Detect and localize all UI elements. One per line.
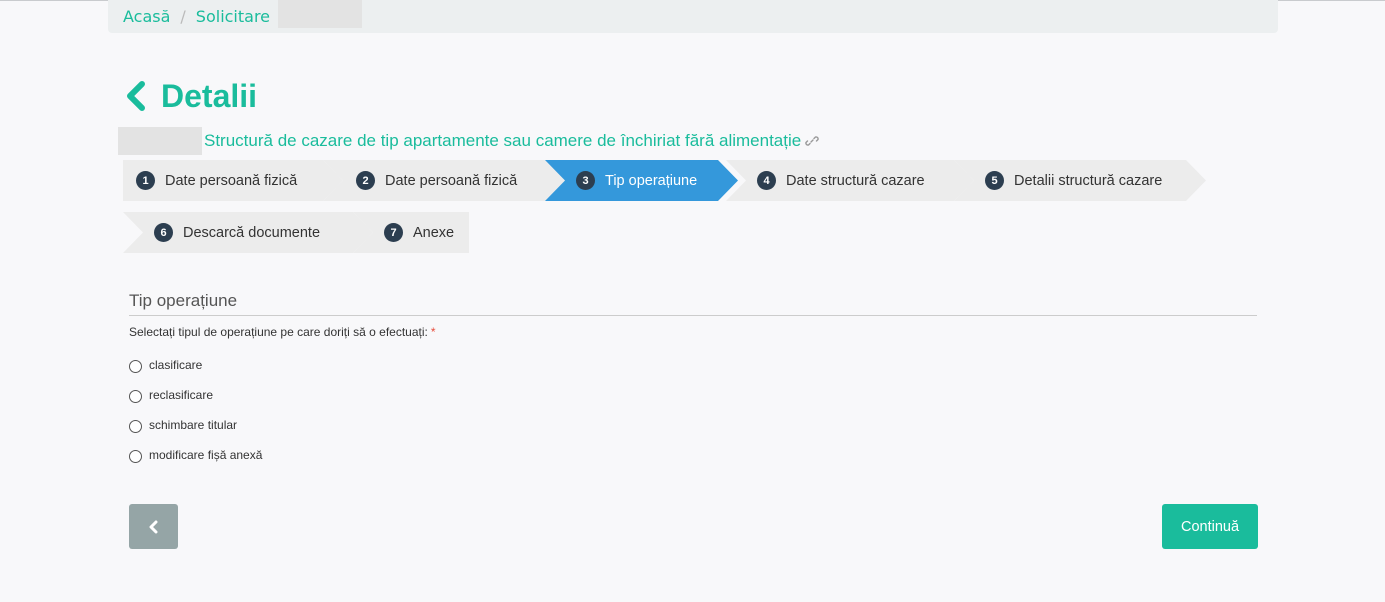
section-title: Tip operațiune [129,291,1257,316]
option-label: modificare fișă anexă [149,448,263,462]
link-icon[interactable] [805,134,819,148]
back-button[interactable] [129,504,178,549]
step-number: 2 [356,171,375,190]
step-number: 5 [985,171,1004,190]
step-6[interactable]: 6 Descarcă documente [123,212,373,253]
continue-button[interactable]: Continuă [1162,504,1258,549]
redacted-block [118,127,202,155]
breadcrumb: Acasă / Solicitare [108,0,1278,33]
option-label: schimbare titular [149,418,238,432]
step-1[interactable]: 1 Date persoană fizică [123,160,343,201]
step-number: 7 [384,223,403,242]
structure-type-title: Structură de cazare de tip apartamente s… [204,131,802,150]
step-number: 6 [154,223,173,242]
breadcrumb-current-link[interactable]: Solicitare [196,7,270,26]
step-4[interactable]: 4 Date structură cazare [726,160,974,201]
option-clasificare[interactable]: clasificare [129,357,202,373]
option-label: clasificare [149,358,203,372]
radio-button[interactable] [129,450,142,463]
breadcrumb-separator: / [180,7,186,26]
step-number: 1 [136,171,155,190]
redacted-block [278,0,362,28]
step-5[interactable]: 5 Detalii structură cazare [954,160,1206,201]
step-number: 4 [757,171,776,190]
radio-button[interactable] [129,360,142,373]
chevron-left-icon [149,520,157,533]
step-label: Detalii structură cazare [1014,172,1163,189]
chevron-left-icon[interactable] [125,81,147,111]
step-label: Anexe [413,224,455,241]
step-label: Date structură cazare [786,172,925,189]
step-number: 3 [576,171,595,190]
step-3[interactable]: 3 Tip operațiune [545,160,738,201]
operation-type-question: Selectați tipul de operațiune pe care do… [129,325,436,339]
radio-button[interactable] [129,390,142,403]
option-label: reclasificare [149,388,214,402]
subtitle-row: Structură de cazare de tip apartamente s… [118,127,819,155]
page-title: Detalii [125,76,257,116]
step-2[interactable]: 2 Date persoană fizică [323,160,565,201]
radio-button[interactable] [129,420,142,433]
page-title-text: Detalii [161,77,258,114]
step-label: Descarcă documente [183,224,321,241]
step-label: Tip operațiune [605,172,698,189]
step-label: Date persoană fizică [385,172,518,189]
required-marker: * [430,325,436,339]
option-schimbare-titular[interactable]: schimbare titular [129,417,237,433]
breadcrumb-home-link[interactable]: Acasă [123,7,170,26]
option-modificare-fisa-anexa[interactable]: modificare fișă anexă [129,447,262,463]
step-label: Date persoană fizică [165,172,298,189]
option-reclasificare[interactable]: reclasificare [129,387,213,403]
question-text: Selectați tipul de operațiune pe care do… [129,325,428,339]
